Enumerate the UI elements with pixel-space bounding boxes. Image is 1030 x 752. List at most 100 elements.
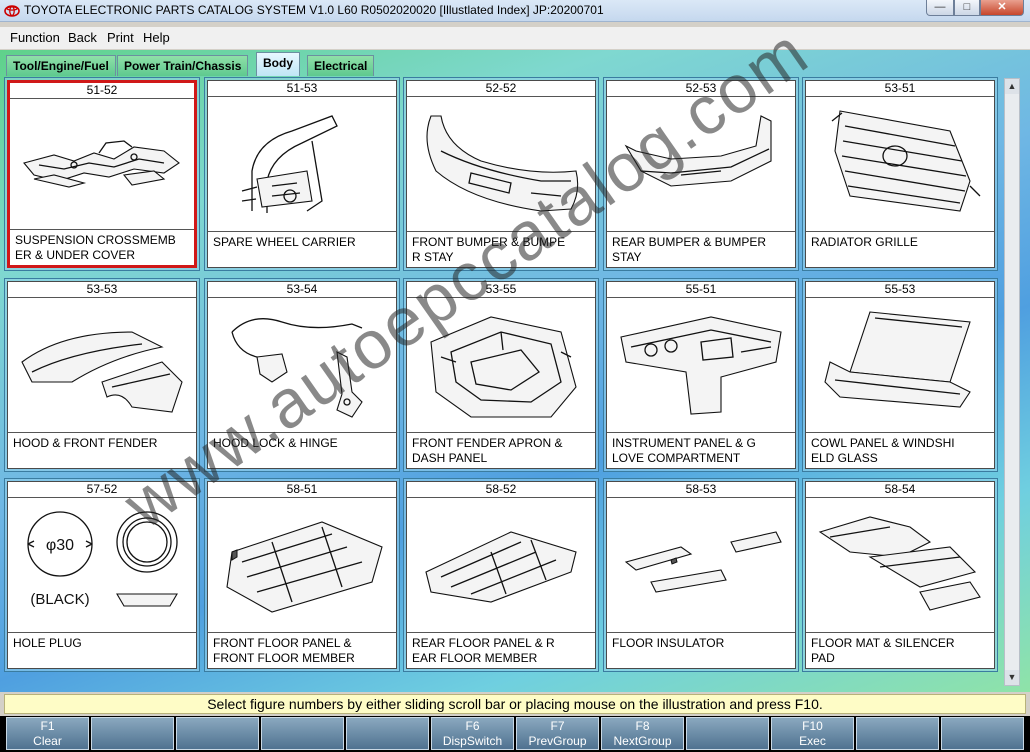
figure-name: HOLE PLUG xyxy=(8,632,196,668)
figure-card[interactable]: 53-55 FRONT FENDER APRON & DASH PANEL xyxy=(406,281,596,469)
fkey-label: PrevGroup xyxy=(528,734,587,748)
floor-insulator-illustration-icon xyxy=(624,531,782,593)
figure-cell-51-52[interactable]: 51-52 SUSPENSION CROSSMEMB ER & UNDER CO… xyxy=(4,77,200,271)
vertical-scrollbar[interactable]: ▲ ▼ xyxy=(1004,78,1020,686)
rear-floor-illustration-icon xyxy=(425,531,577,603)
figure-number: 53-54 xyxy=(208,282,396,298)
figure-number: 58-51 xyxy=(208,482,396,498)
figure-cell-53-53[interactable]: 53-53 HOOD & FRONT FENDER xyxy=(4,278,200,472)
close-button[interactable]: ✕ xyxy=(980,0,1024,16)
figure-cell-57-52[interactable]: 57-52 φ30 (BLACK) HOLE PLUG xyxy=(4,478,200,672)
menu-help[interactable]: Help xyxy=(143,30,170,45)
f7-prevgroup-button[interactable]: F7 PrevGroup xyxy=(516,717,599,750)
f11-button[interactable] xyxy=(856,717,939,750)
figure-number: 57-52 xyxy=(8,482,196,498)
figure-cell-51-53[interactable]: 51-53 SPARE WHEEL CARRIER xyxy=(204,77,400,271)
f2-button[interactable] xyxy=(91,717,174,750)
figure-cell-58-51[interactable]: 58-51 FRONT FLOOR PANEL & FRONT FLOOR ME… xyxy=(204,478,400,672)
tab-electrical[interactable]: Electrical xyxy=(307,55,375,76)
fkey-number: F1 xyxy=(40,719,55,733)
fkey-number: F7 xyxy=(550,719,565,733)
window-title: TOYOTA ELECTRONIC PARTS CATALOG SYSTEM V… xyxy=(24,3,604,17)
figure-name: FRONT FENDER APRON & DASH PANEL xyxy=(407,432,595,468)
figure-card[interactable]: 53-51 RADIATOR GRILLE xyxy=(805,80,995,268)
figure-number: 52-53 xyxy=(607,81,795,97)
figure-name: HOOD LOCK & HINGE xyxy=(208,432,396,468)
figure-name: SPARE WHEEL CARRIER xyxy=(208,231,396,267)
hood-lock-illustration-icon xyxy=(231,318,363,418)
figure-cell-55-53[interactable]: 55-53 COWL PANEL & WINDSHI ELD GLASS xyxy=(802,278,998,472)
figure-cell-52-52[interactable]: 52-52 FRONT BUMPER & BUMPE R STAY xyxy=(403,77,599,271)
figure-card[interactable]: 51-52 SUSPENSION CROSSMEMB ER & UNDER CO… xyxy=(7,80,197,268)
figure-cell-53-51[interactable]: 53-51 RADIATOR GRILLE xyxy=(802,77,998,271)
front-floor-illustration-icon xyxy=(226,521,383,613)
menu-function[interactable]: Function xyxy=(10,30,60,45)
figure-card[interactable]: 51-53 SPARE WHEEL CARRIER xyxy=(207,80,397,268)
figure-card[interactable]: 58-54 FLOOR MAT & SILENCER PAD xyxy=(805,481,995,669)
f6-dispswitch-button[interactable]: F6 DispSwitch xyxy=(431,717,514,750)
figure-number: 51-52 xyxy=(10,83,194,99)
figure-number: 53-55 xyxy=(407,282,595,298)
maximize-button[interactable]: □ xyxy=(954,0,980,16)
figure-name: HOOD & FRONT FENDER xyxy=(8,432,196,468)
toyota-logo-icon xyxy=(4,5,20,17)
figure-cell-58-53[interactable]: 58-53 FLOOR INSULATOR xyxy=(603,478,799,672)
fkey-label: Exec xyxy=(799,734,826,748)
cowl-windshield-illustration-icon xyxy=(824,311,971,408)
figure-card[interactable]: 55-51 INSTRUMENT PANEL & G LOVE COMPARTM… xyxy=(606,281,796,469)
figure-cell-53-55[interactable]: 53-55 FRONT FENDER APRON & DASH PANEL xyxy=(403,278,599,472)
scroll-up-arrow-icon[interactable]: ▲ xyxy=(1005,79,1019,94)
menu-bar: Function Back Print Help xyxy=(0,27,1030,49)
tab-body[interactable]: Body xyxy=(256,52,300,76)
floor-mat-illustration-icon xyxy=(818,516,981,611)
menu-print[interactable]: Print xyxy=(107,30,134,45)
figure-name: FRONT FLOOR PANEL & FRONT FLOOR MEMBER xyxy=(208,632,396,668)
f12-button[interactable] xyxy=(941,717,1024,750)
figure-name: COWL PANEL & WINDSHI ELD GLASS xyxy=(806,432,994,468)
figure-card[interactable]: 52-52 FRONT BUMPER & BUMPE R STAY xyxy=(406,80,596,268)
figure-cell-58-54[interactable]: 58-54 FLOOR MAT & SILENCER PAD xyxy=(802,478,998,672)
function-key-bar: F1 Clear F6 DispSwitch F7 PrevGroup F8 NextG… xyxy=(0,716,1030,752)
figure-cell-55-51[interactable]: 55-51 INSTRUMENT PANEL & G LOVE COMPARTM… xyxy=(603,278,799,472)
figure-number: 53-51 xyxy=(806,81,994,97)
figure-number: 55-53 xyxy=(806,282,994,298)
f3-button[interactable] xyxy=(176,717,259,750)
f1-clear-button[interactable]: F1 Clear xyxy=(6,717,89,750)
figure-card[interactable]: 58-51 FRONT FLOOR PANEL & FRONT FLOOR ME… xyxy=(207,481,397,669)
figure-card[interactable]: 58-52 REAR FLOOR PANEL & R EAR FLOOR MEM… xyxy=(406,481,596,669)
instrument-panel-illustration-icon xyxy=(620,316,782,415)
figure-name: FLOOR INSULATOR xyxy=(607,632,795,668)
status-message: Select figure numbers by either sliding … xyxy=(4,694,1026,714)
f9-button[interactable] xyxy=(686,717,769,750)
minimize-button[interactable]: — xyxy=(926,0,954,16)
tab-power-train-chassis[interactable]: Power Train/Chassis xyxy=(117,55,249,76)
fkey-number: F6 xyxy=(465,719,480,733)
tab-tool-engine-fuel[interactable]: Tool/Engine/Fuel xyxy=(6,55,116,76)
figure-cell-53-54[interactable]: 53-54 HOOD LOCK & HINGE xyxy=(204,278,400,472)
figure-cell-52-53[interactable]: 52-53 REAR BUMPER & BUMPER STAY xyxy=(603,77,799,271)
scroll-down-arrow-icon[interactable]: ▼ xyxy=(1005,670,1019,685)
f5-button[interactable] xyxy=(346,717,429,750)
figure-name: FLOOR MAT & SILENCER PAD xyxy=(806,632,994,668)
spare-wheel-carrier-illustration-icon xyxy=(241,115,338,213)
f10-exec-button[interactable]: F10 Exec xyxy=(771,717,854,750)
figure-number: 53-53 xyxy=(8,282,196,298)
figure-name: REAR BUMPER & BUMPER STAY xyxy=(607,231,795,267)
hole-plug-color-label: (BLACK) xyxy=(30,591,89,608)
figure-card[interactable]: 53-54 HOOD LOCK & HINGE xyxy=(207,281,397,469)
figure-cell-58-52[interactable]: 58-52 REAR FLOOR PANEL & R EAR FLOOR MEM… xyxy=(403,478,599,672)
figure-card[interactable]: 58-53 FLOOR INSULATOR xyxy=(606,481,796,669)
figure-name: FRONT BUMPER & BUMPE R STAY xyxy=(407,231,595,267)
figure-number: 52-52 xyxy=(407,81,595,97)
menu-back[interactable]: Back xyxy=(68,30,97,45)
figure-card[interactable]: 52-53 REAR BUMPER & BUMPER STAY xyxy=(606,80,796,268)
illustration-index-panel: Tool/Engine/Fuel Power Train/Chassis Bod… xyxy=(0,13,1030,692)
f8-nextgroup-button[interactable]: F8 NextGroup xyxy=(601,717,684,750)
figure-name: SUSPENSION CROSSMEMB ER & UNDER COVER xyxy=(10,229,194,265)
f4-button[interactable] xyxy=(261,717,344,750)
hole-plug-illustration-icon: φ30 (BLACK) xyxy=(27,511,178,608)
figure-card[interactable]: 57-52 φ30 (BLACK) HOLE PLUG xyxy=(7,481,197,669)
figure-card[interactable]: 53-53 HOOD & FRONT FENDER xyxy=(7,281,197,469)
fkey-number: F10 xyxy=(802,719,823,733)
figure-card[interactable]: 55-53 COWL PANEL & WINDSHI ELD GLASS xyxy=(805,281,995,469)
